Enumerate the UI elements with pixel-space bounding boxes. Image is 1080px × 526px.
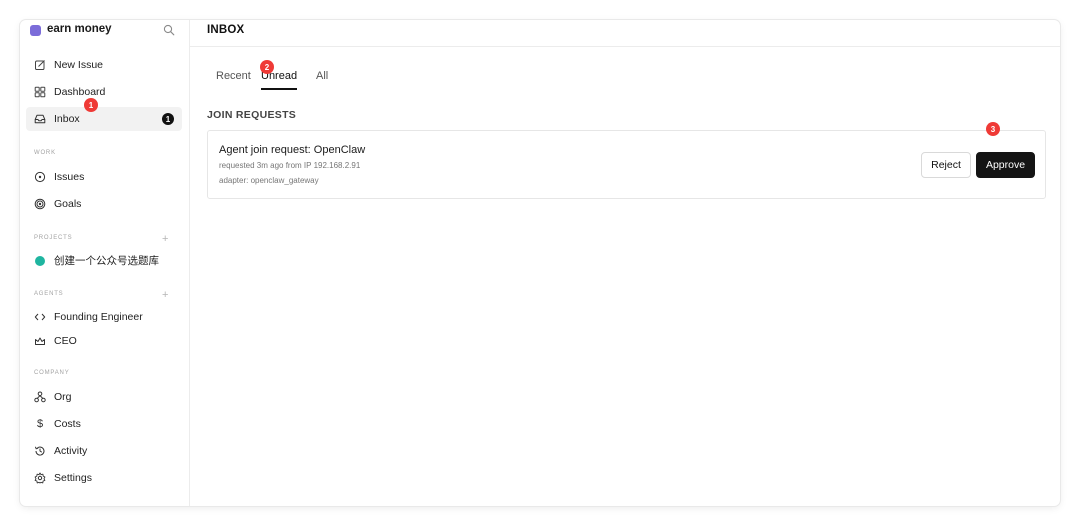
crown-icon (35, 337, 45, 345)
workspace-header[interactable]: earn money (20, 20, 190, 42)
approve-button[interactable]: Approve (976, 152, 1035, 178)
target-icon (34, 198, 46, 210)
sidebar-item-founding-engineer[interactable]: Founding Engineer (26, 305, 182, 329)
project-color-dot (35, 256, 45, 266)
sidebar-item-label: Goals (54, 198, 82, 210)
sidebar-item-label: Founding Engineer (54, 311, 143, 323)
main-panel: INBOX Recent Unread All JOIN REQUESTS Ag… (190, 20, 1060, 506)
join-requests-heading: JOIN REQUESTS (207, 109, 297, 121)
section-label-agents: AGENTS (34, 291, 64, 297)
main-header: INBOX (190, 20, 1060, 47)
section-label-work: WORK (34, 150, 56, 156)
sidebar-item-label: Dashboard (54, 86, 106, 98)
add-agent-button[interactable]: + (162, 290, 168, 301)
app-window: earn money New Issue Dashboard Inbox 1 W… (20, 20, 1060, 506)
section-label-company: COMPANY (34, 370, 70, 376)
workspace-name: earn money (47, 23, 112, 35)
sidebar-item-label: Activity (54, 445, 88, 457)
sidebar-item-label: 创建一个公众号选题库 (54, 255, 159, 267)
inbox-icon (34, 114, 46, 124)
inbox-count-badge: 1 (162, 113, 174, 125)
request-adapter: adapter: openclaw_gateway (219, 176, 319, 185)
sidebar-item-ceo[interactable]: CEO (26, 329, 182, 353)
add-project-button[interactable]: + (162, 234, 168, 245)
sidebar-item-issues[interactable]: Issues (26, 165, 182, 189)
sidebar-item-org[interactable]: Org (26, 385, 182, 409)
sidebar-item-new-issue[interactable]: New Issue (26, 53, 182, 77)
search-icon[interactable] (163, 24, 175, 36)
sidebar-item-project[interactable]: 创建一个公众号选题库 (26, 249, 182, 273)
annotation-marker-3: 3 (986, 122, 1000, 136)
sidebar-item-inbox[interactable]: Inbox 1 (26, 107, 182, 131)
join-request-card: Agent join request: OpenClaw requested 3… (207, 130, 1046, 199)
tab-all[interactable]: All (316, 70, 328, 88)
sidebar-item-label: Org (54, 391, 72, 403)
org-chart-icon (34, 391, 46, 403)
history-icon (34, 446, 45, 456)
request-subtitle: requested 3m ago from IP 192.168.2.91 (219, 161, 361, 170)
sidebar-item-label: Costs (54, 418, 81, 430)
annotation-marker-1: 1 (84, 98, 98, 112)
sidebar: earn money New Issue Dashboard Inbox 1 W… (20, 20, 190, 506)
sidebar-item-label: Issues (54, 171, 85, 183)
dollar-icon: $ (36, 418, 44, 430)
sidebar-item-label: New Issue (54, 59, 104, 71)
sidebar-item-settings[interactable]: Settings (26, 466, 182, 490)
grid-icon (34, 86, 46, 98)
sidebar-item-activity[interactable]: Activity (26, 439, 182, 463)
edit-icon (35, 60, 45, 70)
sidebar-item-label: Inbox (54, 113, 80, 125)
annotation-marker-2: 2 (260, 60, 274, 74)
page-title: INBOX (207, 24, 245, 36)
code-icon (34, 313, 46, 321)
sidebar-item-label: CEO (54, 335, 77, 347)
reject-button[interactable]: Reject (921, 152, 971, 178)
gear-icon (34, 472, 46, 484)
request-title: Agent join request: OpenClaw (219, 144, 366, 156)
section-label-projects: PROJECTS (34, 235, 73, 241)
sidebar-item-costs[interactable]: $ Costs (26, 412, 182, 436)
tab-recent[interactable]: Recent (216, 70, 251, 88)
circle-dot-icon (34, 171, 46, 183)
workspace-color-swatch (30, 25, 41, 36)
sidebar-item-goals[interactable]: Goals (26, 192, 182, 216)
sidebar-item-dashboard[interactable]: Dashboard (26, 80, 182, 104)
sidebar-item-label: Settings (54, 472, 92, 484)
